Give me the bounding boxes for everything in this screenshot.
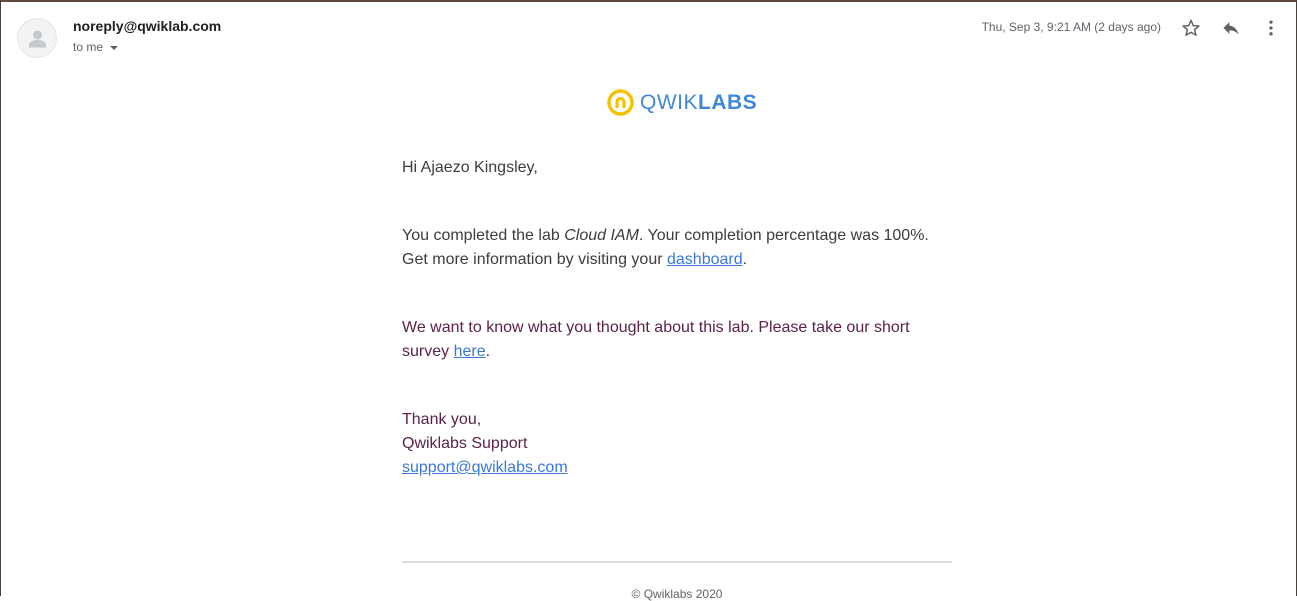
footer-copyright: © Qwiklabs 2020 bbox=[631, 587, 723, 601]
more-vertical-icon bbox=[1269, 20, 1273, 36]
more-options-button[interactable] bbox=[1259, 16, 1283, 40]
logo-wordmark: QWIKLABS bbox=[640, 92, 757, 113]
thanks-text: Thank you, bbox=[402, 411, 482, 428]
recipient-details-toggle[interactable]: to me bbox=[73, 40, 119, 54]
logo-text-bold: LABS bbox=[698, 91, 758, 114]
qwiklabs-logo: QWIKLABS bbox=[607, 89, 757, 116]
greeting: Hi Ajaezo Kingsley, bbox=[402, 159, 538, 176]
qwiklabs-logo-icon bbox=[607, 89, 634, 116]
window-top-border bbox=[0, 0, 1297, 2]
sender-email[interactable]: noreply@qwiklab.com bbox=[73, 18, 221, 34]
signature: Qwiklabs Support bbox=[402, 435, 528, 452]
reply-button[interactable] bbox=[1219, 16, 1243, 40]
logo-text-light: QWIK bbox=[640, 91, 698, 114]
signoff-block: Thank you, Qwiklabs Support support@qwikla… bbox=[402, 408, 952, 480]
person-icon bbox=[29, 30, 46, 48]
chevron-down-icon bbox=[110, 45, 119, 50]
footer-divider bbox=[402, 561, 952, 563]
support-email-link[interactable]: support@qwiklabs.com bbox=[402, 459, 568, 476]
completion-prefix: You completed the lab bbox=[402, 227, 565, 244]
dashboard-link[interactable]: dashboard bbox=[667, 251, 743, 268]
lab-name: Cloud IAM bbox=[564, 227, 639, 244]
star-icon bbox=[1182, 19, 1200, 36]
survey-suffix: . bbox=[485, 343, 491, 360]
reply-icon bbox=[1223, 22, 1239, 35]
sender-avatar[interactable] bbox=[17, 18, 57, 58]
email-body: Hi Ajaezo Kingsley, You completed the la… bbox=[402, 156, 952, 480]
survey-link[interactable]: here bbox=[454, 343, 486, 360]
window-left-border bbox=[0, 0, 1, 596]
star-button[interactable] bbox=[1179, 16, 1203, 40]
completion-paragraph: You completed the lab Cloud IAM. Your co… bbox=[402, 224, 952, 272]
info-prefix: Get more information by visiting your bbox=[402, 251, 667, 268]
recipient-label: to me bbox=[73, 40, 104, 54]
survey-paragraph: We want to know what you thought about t… bbox=[402, 316, 952, 364]
email-timestamp: Thu, Sep 3, 9:21 AM (2 days ago) bbox=[981, 20, 1161, 34]
completion-suffix: . Your completion percentage was 100%. bbox=[638, 227, 929, 244]
info-suffix: . bbox=[742, 251, 748, 268]
